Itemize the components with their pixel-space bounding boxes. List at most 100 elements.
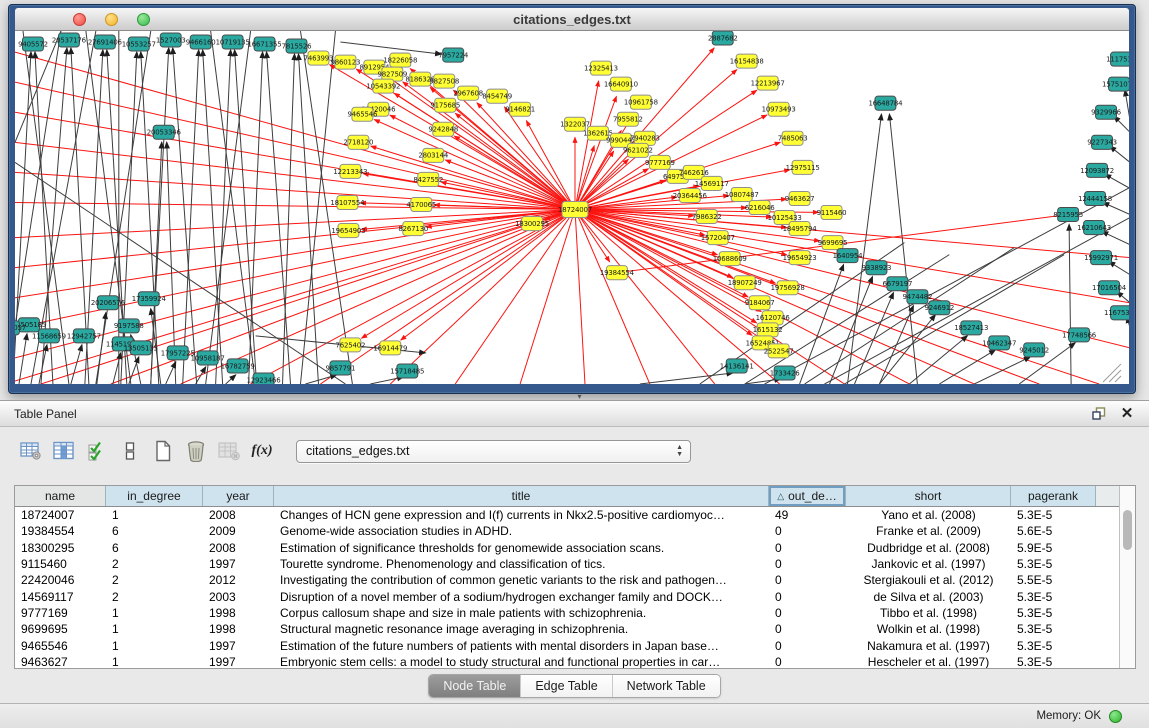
tab-edge-table[interactable]: Edge Table: [521, 675, 612, 697]
cell-title[interactable]: Estimation of the future numbers of pati…: [274, 639, 769, 653]
cell-title[interactable]: Genome-wide association studies in ADHD.: [274, 524, 769, 538]
select-columns-icon[interactable]: [84, 438, 110, 464]
panel-splitter-handle[interactable]: ▾: [575, 394, 585, 400]
cell-short[interactable]: Tibbo et al. (1998): [846, 606, 1011, 620]
table-row[interactable]: 977716911998Corpus callosum shape and si…: [15, 605, 1119, 621]
row-height-icon[interactable]: [117, 438, 143, 464]
cell-in_degree[interactable]: 1: [106, 622, 203, 636]
cell-short[interactable]: Franke et al. (2009): [846, 524, 1011, 538]
new-file-icon[interactable]: [150, 438, 176, 464]
table-row[interactable]: 1938455462009Genome-wide association stu…: [15, 523, 1119, 539]
scrollbar-thumb[interactable]: [1123, 510, 1132, 550]
cell-pagerank[interactable]: 5.3E-5: [1011, 622, 1096, 636]
cell-pagerank[interactable]: 5.6E-5: [1011, 524, 1096, 538]
cell-in_degree[interactable]: 1: [106, 508, 203, 522]
cell-in_degree[interactable]: 1: [106, 639, 203, 653]
tab-network-table[interactable]: Network Table: [613, 675, 720, 697]
cell-year[interactable]: 1997: [203, 639, 274, 653]
cell-year[interactable]: 2008: [203, 508, 274, 522]
cell-in_degree[interactable]: 2: [106, 573, 203, 587]
table-row[interactable]: 1456911722003Disruption of a novel membe…: [15, 588, 1119, 604]
table-vertical-scrollbar[interactable]: [1119, 486, 1135, 668]
cell-name[interactable]: 19384554: [15, 524, 106, 538]
cell-title[interactable]: Corpus callosum shape and size in male p…: [274, 606, 769, 620]
cell-title[interactable]: Structural magnetic resonance image aver…: [274, 622, 769, 636]
close-window-icon[interactable]: [73, 13, 86, 26]
cell-short[interactable]: Yano et al. (2008): [846, 508, 1011, 522]
cell-short[interactable]: Jankovic et al. (1997): [846, 557, 1011, 571]
cell-short[interactable]: Dudbridge et al. (2008): [846, 541, 1011, 555]
cell-name[interactable]: 9463627: [15, 655, 106, 668]
cell-pagerank[interactable]: 5.3E-5: [1011, 508, 1096, 522]
tab-node-table[interactable]: Node Table: [429, 675, 521, 697]
cell-pagerank[interactable]: 5.9E-5: [1011, 541, 1096, 555]
cell-out_de[interactable]: 0: [769, 557, 846, 571]
table-settings-icon[interactable]: [18, 438, 44, 464]
cell-short[interactable]: de Silva et al. (2003): [846, 590, 1011, 604]
cell-in_degree[interactable]: 2: [106, 557, 203, 571]
cell-short[interactable]: Hescheler et al. (1997): [846, 655, 1011, 668]
cell-name[interactable]: 14569117: [15, 590, 106, 604]
zoom-window-icon[interactable]: [137, 13, 150, 26]
cell-name[interactable]: 18300295: [15, 541, 106, 555]
cell-out_de[interactable]: 0: [769, 573, 846, 587]
cell-year[interactable]: 1997: [203, 655, 274, 668]
cell-short[interactable]: Nakamura et al. (1997): [846, 639, 1011, 653]
cell-out_de[interactable]: 0: [769, 590, 846, 604]
column-header-out_de[interactable]: △out_de…: [769, 486, 846, 506]
close-panel-icon[interactable]: ✕: [1117, 405, 1137, 423]
cell-out_de[interactable]: 0: [769, 606, 846, 620]
cell-short[interactable]: Stergiakouli et al. (2012): [846, 573, 1011, 587]
table-row[interactable]: 969969511998Structural magnetic resonanc…: [15, 621, 1119, 637]
cell-in_degree[interactable]: 6: [106, 524, 203, 538]
cell-year[interactable]: 2009: [203, 524, 274, 538]
cell-name[interactable]: 9777169: [15, 606, 106, 620]
network-window-titlebar[interactable]: citations_edges.txt: [15, 8, 1129, 31]
cell-short[interactable]: Wolkin et al. (1998): [846, 622, 1011, 636]
cell-name[interactable]: 22420046: [15, 573, 106, 587]
column-header-short[interactable]: short: [846, 486, 1011, 506]
column-header-title[interactable]: title: [274, 486, 769, 506]
column-header-pagerank[interactable]: pagerank: [1011, 486, 1096, 506]
cell-title[interactable]: Disruption of a novel member of a sodium…: [274, 590, 769, 604]
cell-in_degree[interactable]: 2: [106, 590, 203, 604]
column-header-in_degree[interactable]: in_degree: [106, 486, 203, 506]
cell-pagerank[interactable]: 5.3E-5: [1011, 655, 1096, 668]
cell-out_de[interactable]: 0: [769, 622, 846, 636]
cell-name[interactable]: 9465546: [15, 639, 106, 653]
cell-in_degree[interactable]: 6: [106, 541, 203, 555]
cell-pagerank[interactable]: 5.3E-5: [1011, 590, 1096, 604]
cell-year[interactable]: 2012: [203, 573, 274, 587]
cell-year[interactable]: 1998: [203, 606, 274, 620]
table-columns-icon[interactable]: [51, 438, 77, 464]
cell-title[interactable]: Changes of HCN gene expression and I(f) …: [274, 508, 769, 522]
network-canvas[interactable]: 9405572205371762769140610553257152700394…: [15, 31, 1129, 384]
resize-grip-icon[interactable]: [1103, 364, 1121, 382]
float-panel-icon[interactable]: [1089, 405, 1109, 423]
table-selector-dropdown[interactable]: citations_edges.txt ▲▼: [296, 440, 691, 463]
cell-in_degree[interactable]: 1: [106, 655, 203, 668]
table-row[interactable]: 946362711997Embryonic stem cells: a mode…: [15, 654, 1119, 668]
column-header-year[interactable]: year: [203, 486, 274, 506]
table-row[interactable]: 946554611997Estimation of the future num…: [15, 637, 1119, 653]
table-row[interactable]: 2242004622012Investigating the contribut…: [15, 572, 1119, 588]
cell-pagerank[interactable]: 5.3E-5: [1011, 639, 1096, 653]
cell-out_de[interactable]: 0: [769, 655, 846, 668]
column-header-name[interactable]: name: [15, 486, 106, 506]
cell-name[interactable]: 9699695: [15, 622, 106, 636]
cell-year[interactable]: 2008: [203, 541, 274, 555]
cell-out_de[interactable]: 0: [769, 541, 846, 555]
cell-title[interactable]: Investigating the contribution of common…: [274, 573, 769, 587]
cell-out_de[interactable]: 0: [769, 524, 846, 538]
cell-name[interactable]: 9115460: [15, 557, 106, 571]
cell-out_de[interactable]: 0: [769, 639, 846, 653]
cell-year[interactable]: 1998: [203, 622, 274, 636]
cell-pagerank[interactable]: 5.3E-5: [1011, 557, 1096, 571]
table-row[interactable]: 1830029562008Estimation of significance …: [15, 540, 1119, 556]
cell-pagerank[interactable]: 5.5E-5: [1011, 573, 1096, 587]
cell-year[interactable]: 1997: [203, 557, 274, 571]
cell-title[interactable]: Estimation of significance thresholds fo…: [274, 541, 769, 555]
trash-icon[interactable]: [183, 438, 209, 464]
cell-year[interactable]: 2003: [203, 590, 274, 604]
function-builder-icon[interactable]: f(x): [249, 438, 275, 464]
